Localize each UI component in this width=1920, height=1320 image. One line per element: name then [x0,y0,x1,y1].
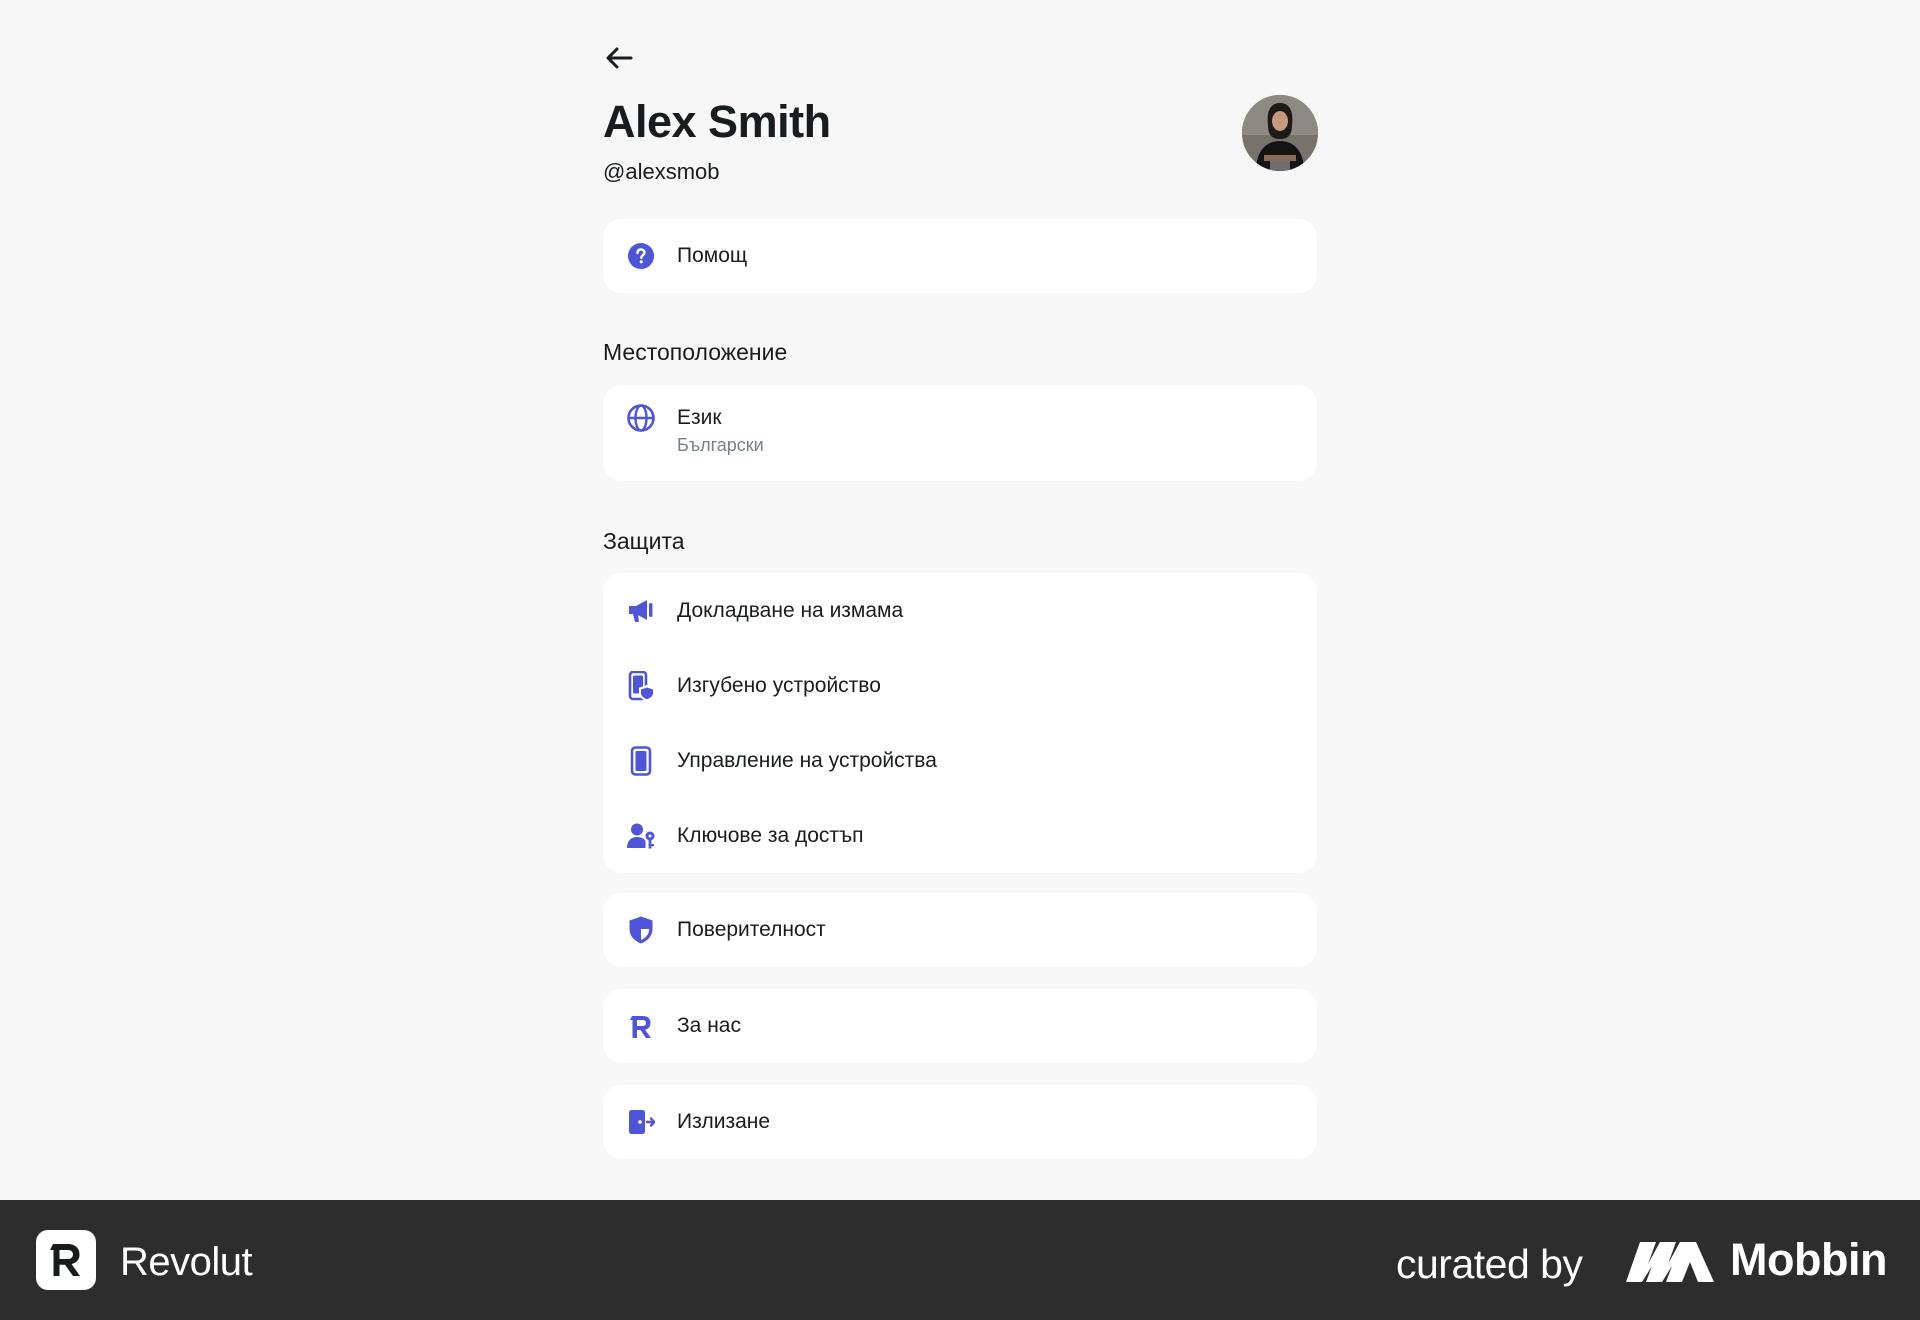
device-management-label: Управление на устройства [677,748,937,772]
passkeys-label: Ключове за достъп [677,823,864,847]
phone-shield-icon [626,670,656,701]
security-card: Докладване на измама Изгубено устройство [603,573,1317,873]
lost-device-row[interactable]: Изгубено устройство [603,648,1317,723]
megaphone-icon [626,596,656,626]
mobbin-logo-icon [1626,1242,1714,1282]
lost-device-label: Изгубено устройство [677,673,881,697]
logout-label: Излизане [677,1110,771,1133]
privacy-label: Поверителност [677,918,826,941]
mobbin-brand: Mobbin [1730,1234,1887,1285]
privacy-row[interactable]: Поверителност [603,893,1317,967]
revolut-r-icon [626,1011,656,1041]
language-value: Български [677,435,764,455]
settings-page: Alex Smith @alexsmob Помощ Местоположени… [0,0,1920,1200]
revolut-logo [36,1230,96,1290]
logout-row[interactable]: Излизане [603,1085,1317,1159]
report-fraud-label: Докладване на измама [677,598,904,622]
footer-bar: Revolut curated by Mobbin [0,1200,1920,1320]
about-card: За нас [603,989,1317,1063]
exit-door-icon [626,1107,656,1137]
user-key-icon [626,821,656,851]
about-row[interactable]: За нас [603,989,1317,1063]
profile-name: Alex Smith [603,96,831,147]
revolut-logo-icon [50,1244,80,1276]
passkeys-row[interactable]: Ключове за достъп [603,798,1317,873]
section-title-location: Местоположение [603,339,788,365]
language-row[interactable]: Език Български [603,385,1317,481]
phone-icon [626,745,656,776]
globe-icon [626,403,656,433]
question-circle-icon [626,241,656,271]
report-fraud-row[interactable]: Докладване на измама [603,573,1317,648]
shield-icon [626,915,656,945]
avatar-photo [1242,95,1318,171]
device-management-row[interactable]: Управление на устройства [603,723,1317,798]
app-name: Revolut [120,1240,253,1284]
back-button[interactable] [603,42,635,74]
help-label: Помощ [677,244,748,267]
language-label: Език [677,406,722,429]
help-card: Помощ [603,219,1317,293]
avatar[interactable] [1242,95,1318,171]
privacy-card: Поверителност [603,893,1317,967]
profile-handle: @alexsmob [603,159,720,184]
about-label: За нас [677,1014,741,1037]
arrow-left-icon [606,47,633,69]
curated-by-text: curated by [1396,1241,1583,1287]
language-texts: Език Български [677,405,764,457]
location-card: Език Български [603,385,1317,481]
help-row[interactable]: Помощ [603,219,1317,293]
section-title-security: Защита [603,528,685,554]
logout-card: Излизане [603,1085,1317,1159]
